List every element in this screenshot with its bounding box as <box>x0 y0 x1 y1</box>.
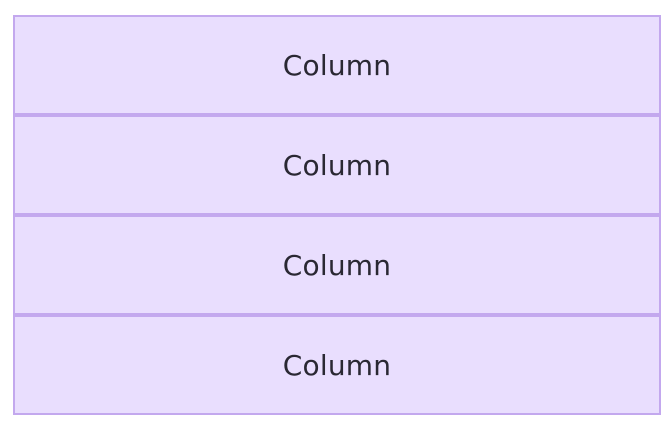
column-block-label: Column <box>282 348 392 382</box>
column-stack-diagram: Column Column Column Column <box>13 15 661 415</box>
column-block-4: Column <box>13 315 661 415</box>
column-block-2: Column <box>13 115 661 215</box>
column-block-label: Column <box>282 248 392 282</box>
column-block-label: Column <box>282 48 392 82</box>
column-block-3: Column <box>13 215 661 315</box>
column-block-1: Column <box>13 15 661 115</box>
column-block-label: Column <box>282 148 392 182</box>
